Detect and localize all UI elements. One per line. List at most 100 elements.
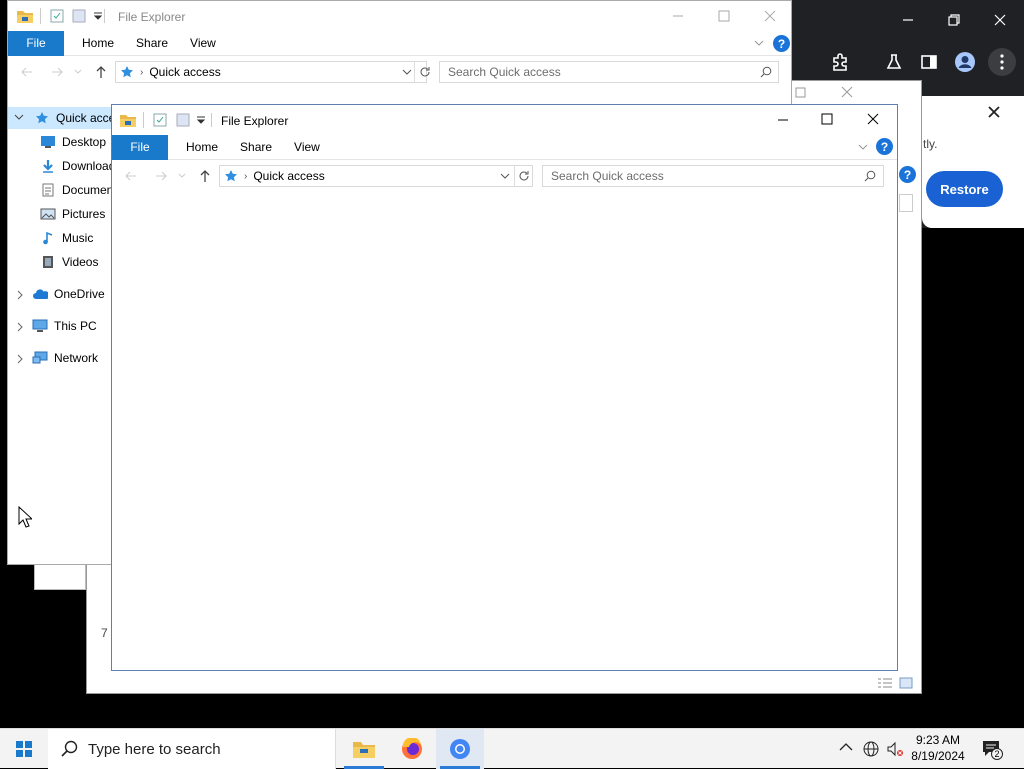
taskbar-search-placeholder: Type here to search	[88, 740, 221, 758]
taskbar-file-explorer[interactable]	[340, 729, 388, 769]
nav-onedrive[interactable]: OneDrive	[32, 283, 105, 305]
folder-icon	[16, 8, 34, 24]
close-icon[interactable]	[841, 86, 853, 98]
new-folder-icon[interactable]	[176, 113, 190, 127]
star-icon	[120, 65, 134, 79]
nav-pictures[interactable]: Pictures	[40, 203, 105, 225]
expand-chevron-icon[interactable]	[14, 113, 24, 121]
maximize-icon[interactable]	[718, 10, 730, 22]
document-icon	[40, 182, 56, 198]
properties-icon[interactable]	[50, 9, 64, 23]
desktop-icon	[40, 134, 56, 150]
close-icon[interactable]	[867, 113, 879, 125]
maximize-icon[interactable]	[795, 87, 807, 99]
nav-downloads[interactable]: Downloads	[40, 155, 121, 177]
content-area[interactable]	[112, 193, 897, 670]
extensions-icon[interactable]	[827, 48, 853, 76]
address-dropdown-icon[interactable]	[500, 172, 510, 180]
taskbar-firefox[interactable]	[388, 729, 436, 769]
file-explorer-icon	[352, 739, 376, 759]
large-icons-view-icon[interactable]	[899, 677, 913, 689]
nav-network[interactable]: Network	[32, 347, 98, 369]
ribbon-expand-icon[interactable]	[754, 39, 764, 47]
tab-home[interactable]: Home	[186, 140, 218, 154]
tab-file[interactable]: File	[112, 134, 168, 160]
pictures-icon	[40, 206, 56, 222]
maximize-icon[interactable]	[821, 113, 833, 125]
refresh-icon[interactable]	[518, 170, 530, 182]
breadcrumb-chevron-icon: ›	[244, 170, 248, 182]
explorer-window-front: File Explorer File Home Share View ? › Q…	[111, 104, 898, 671]
ribbon-tabs: File Home Share View ?	[8, 30, 791, 56]
tab-share[interactable]: Share	[136, 36, 168, 50]
nav-videos[interactable]: Videos	[40, 251, 98, 273]
show-hidden-icons-chevron-icon[interactable]	[839, 742, 853, 752]
up-arrow-icon[interactable]	[94, 65, 108, 79]
window-title: File Explorer	[118, 10, 186, 24]
mouse-cursor-icon	[18, 506, 32, 528]
star-icon	[224, 169, 238, 183]
taskbar-search-box[interactable]: Type here to search	[48, 729, 336, 769]
download-icon	[40, 158, 56, 174]
close-popup-icon[interactable]	[986, 104, 1002, 120]
nav-this-pc[interactable]: This PC	[32, 315, 97, 337]
tab-view[interactable]: View	[294, 140, 320, 154]
details-view-icon[interactable]	[877, 677, 893, 689]
help-icon[interactable]: ?	[876, 138, 893, 155]
expand-chevron-icon[interactable]	[16, 290, 24, 300]
windows-logo-icon	[16, 741, 32, 757]
profile-avatar-icon[interactable]	[952, 48, 978, 76]
close-icon[interactable]	[764, 10, 776, 22]
chrome-menu-icon[interactable]	[988, 48, 1016, 76]
address-bar[interactable]: › Quick access	[219, 165, 533, 187]
taskbar: Type here to search 9:23 AM 8/19/2024 2	[0, 728, 1024, 769]
clock[interactable]: 9:23 AM 8/19/2024	[906, 732, 970, 764]
labs-flask-icon[interactable]	[881, 48, 907, 76]
side-panel-icon[interactable]	[916, 48, 942, 76]
back-arrow-icon[interactable]	[20, 65, 34, 79]
quick-access-toolbar-dropdown-icon[interactable]	[93, 11, 103, 21]
refresh-icon[interactable]	[419, 66, 431, 78]
back-arrow-icon[interactable]	[124, 169, 138, 183]
nav-desktop[interactable]: Desktop	[40, 131, 106, 153]
breadcrumb-chevron-icon: ›	[140, 66, 144, 78]
help-icon[interactable]: ?	[899, 166, 916, 183]
recent-locations-icon[interactable]	[178, 172, 186, 180]
address-bar[interactable]: › Quick access	[115, 61, 430, 83]
videos-icon	[40, 254, 56, 270]
forward-arrow-icon[interactable]	[50, 65, 64, 79]
volume-muted-icon[interactable]	[886, 740, 904, 758]
recent-locations-icon[interactable]	[74, 68, 82, 76]
expand-chevron-icon[interactable]	[16, 354, 24, 364]
forward-arrow-icon[interactable]	[154, 169, 168, 183]
properties-icon[interactable]	[153, 113, 167, 127]
help-icon[interactable]: ?	[773, 35, 790, 52]
new-folder-icon[interactable]	[72, 9, 86, 23]
search-input[interactable]: Search Quick access	[439, 61, 779, 83]
nav-music[interactable]: Music	[40, 227, 93, 249]
start-button[interactable]	[0, 729, 48, 769]
taskbar-chrome[interactable]	[436, 729, 484, 769]
address-dropdown-icon[interactable]	[402, 68, 412, 76]
minimize-icon[interactable]	[777, 114, 789, 126]
chrome-minimize-button[interactable]	[894, 8, 922, 32]
tab-home[interactable]: Home	[82, 36, 114, 50]
expand-chevron-icon[interactable]	[16, 322, 24, 332]
address-text: Quick access	[253, 169, 325, 183]
tab-share[interactable]: Share	[240, 140, 272, 154]
restore-button[interactable]: Restore	[926, 171, 1003, 207]
network-globe-icon[interactable]	[862, 740, 880, 758]
up-arrow-icon[interactable]	[198, 169, 212, 183]
search-input[interactable]: Search Quick access	[542, 165, 884, 187]
tab-file[interactable]: File	[8, 30, 64, 56]
search-icon	[760, 66, 772, 78]
tab-view[interactable]: View	[190, 36, 216, 50]
minimize-icon[interactable]	[672, 10, 684, 22]
ribbon-expand-icon[interactable]	[858, 143, 868, 151]
action-center-button[interactable]: 2	[982, 740, 1003, 760]
ribbon-tabs: File Home Share View ?	[112, 134, 897, 160]
quick-access-toolbar-dropdown-icon[interactable]	[196, 115, 206, 125]
chrome-close-button[interactable]	[986, 8, 1014, 32]
restore-message-fragment: tly.	[923, 137, 938, 151]
chrome-restore-button[interactable]	[940, 8, 968, 32]
